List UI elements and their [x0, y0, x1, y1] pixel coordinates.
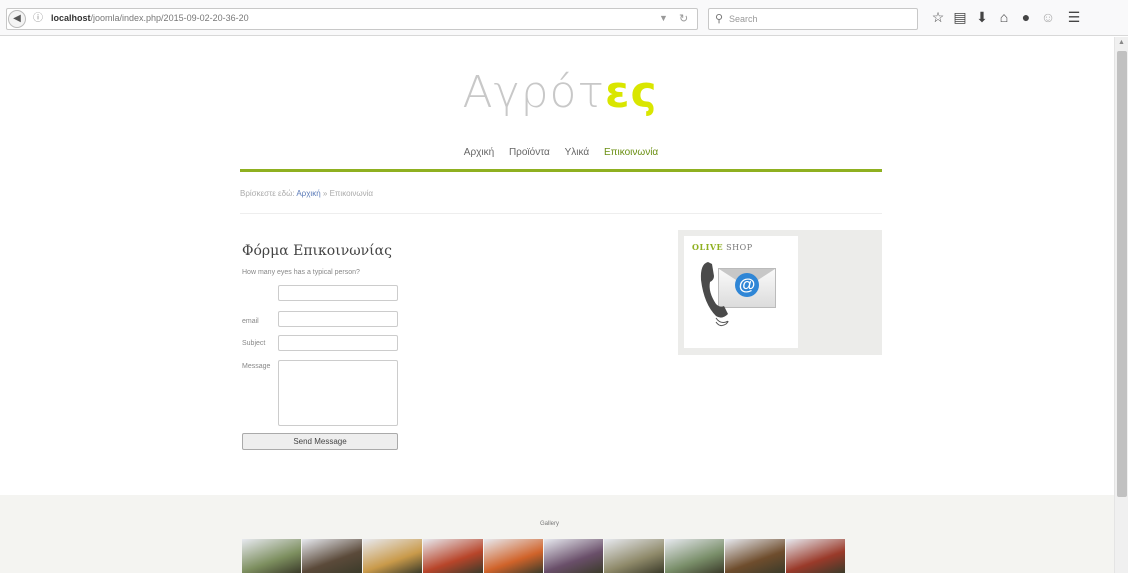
- main-nav: Αρχική Προϊόντα Υλικά Επικοινωνία: [240, 147, 882, 158]
- scroll-thumb[interactable]: [1117, 51, 1127, 497]
- breadcrumb-divider: [240, 213, 882, 214]
- gallery-thumbnail[interactable]: [242, 539, 302, 573]
- gallery-thumbnail[interactable]: [302, 539, 362, 573]
- nav-item-products[interactable]: Προϊόντα: [509, 147, 550, 158]
- page-content: Αγρότες Αρχική Προϊόντα Υλικά Επικοινωνί…: [0, 37, 1114, 573]
- subject-field[interactable]: [278, 335, 398, 351]
- page-scrollbar[interactable]: ▲: [1114, 37, 1128, 573]
- captcha-question-label: How many eyes has a typical person?: [242, 269, 360, 276]
- subject-label: Subject: [242, 340, 266, 347]
- search-bar[interactable]: ⚲ Search: [708, 8, 918, 30]
- site-logo[interactable]: Αγρότες: [440, 67, 680, 118]
- olive-shop-banner[interactable]: OLIVE SHOP @: [684, 236, 798, 348]
- at-sign-icon: @: [735, 273, 759, 297]
- form-title: Φόρμα Επικοινωνίας: [242, 243, 392, 259]
- reading-list-icon[interactable]: ▤: [952, 9, 968, 25]
- breadcrumb-home-link[interactable]: Αρχική: [296, 189, 320, 198]
- dropdown-arrow-icon[interactable]: ▼: [659, 13, 668, 23]
- site-info-icon[interactable]: ⓘ: [33, 13, 45, 25]
- menu-icon[interactable]: ☰: [1066, 9, 1082, 25]
- url-bar[interactable]: ◀ ⓘ localhost/joomla/index.php/2015-09-0…: [6, 8, 698, 30]
- gallery-label: Gallery: [540, 521, 560, 527]
- email-label: email: [242, 318, 259, 325]
- back-arrow-icon[interactable]: ◀: [8, 10, 26, 28]
- gallery-thumbnail[interactable]: [664, 539, 725, 573]
- email-field[interactable]: [278, 311, 398, 327]
- gallery-thumbnail[interactable]: [604, 539, 664, 573]
- extension-icon[interactable]: ☺: [1040, 9, 1056, 25]
- gallery-thumbnail[interactable]: [483, 539, 544, 573]
- ad-title: OLIVE SHOP: [692, 242, 753, 252]
- nav-item-contact[interactable]: Επικοινωνία: [604, 147, 658, 158]
- home-icon[interactable]: ⌂: [996, 9, 1012, 25]
- nav-item-materials[interactable]: Υλικά: [565, 147, 590, 158]
- search-placeholder: Search: [729, 14, 758, 24]
- url-text[interactable]: localhost/joomla/index.php/2015-09-02-20…: [51, 13, 249, 23]
- sidebar-module: OLIVE SHOP @: [678, 230, 882, 355]
- footer: Gallery: [0, 495, 1114, 573]
- message-label: Message: [242, 363, 271, 370]
- download-icon[interactable]: ⬇: [974, 9, 990, 25]
- reload-icon[interactable]: ↻: [679, 12, 688, 25]
- message-textarea[interactable]: [278, 360, 398, 426]
- gallery-thumbnail[interactable]: [785, 539, 846, 573]
- browser-toolbar: ◀ ⓘ localhost/joomla/index.php/2015-09-0…: [0, 0, 1128, 36]
- gallery-thumbnail[interactable]: [544, 539, 604, 573]
- gallery-strip: [242, 539, 846, 573]
- nav-divider: [240, 169, 882, 172]
- gallery-thumbnail[interactable]: [725, 539, 785, 573]
- bookmark-star-icon[interactable]: ☆: [930, 9, 946, 25]
- gallery-thumbnail[interactable]: [423, 539, 483, 573]
- search-icon: ⚲: [715, 13, 724, 25]
- breadcrumb-prefix: Βρίσκεστε εδώ:: [240, 189, 295, 198]
- scroll-up-icon[interactable]: ▲: [1118, 39, 1125, 46]
- send-message-button[interactable]: Send Message: [242, 433, 398, 450]
- breadcrumb-current: Επικοινωνία: [329, 189, 373, 198]
- phone-icon: [700, 262, 729, 327]
- captcha-answer-input[interactable]: [278, 285, 398, 301]
- breadcrumb-separator: »: [322, 189, 328, 198]
- breadcrumb: Βρίσκεστε εδώ: Αρχική » Επικοινωνία: [240, 189, 373, 198]
- nav-item-home[interactable]: Αρχική: [464, 147, 494, 158]
- gallery-thumbnail[interactable]: [362, 539, 423, 573]
- chat-icon[interactable]: ●: [1018, 9, 1034, 25]
